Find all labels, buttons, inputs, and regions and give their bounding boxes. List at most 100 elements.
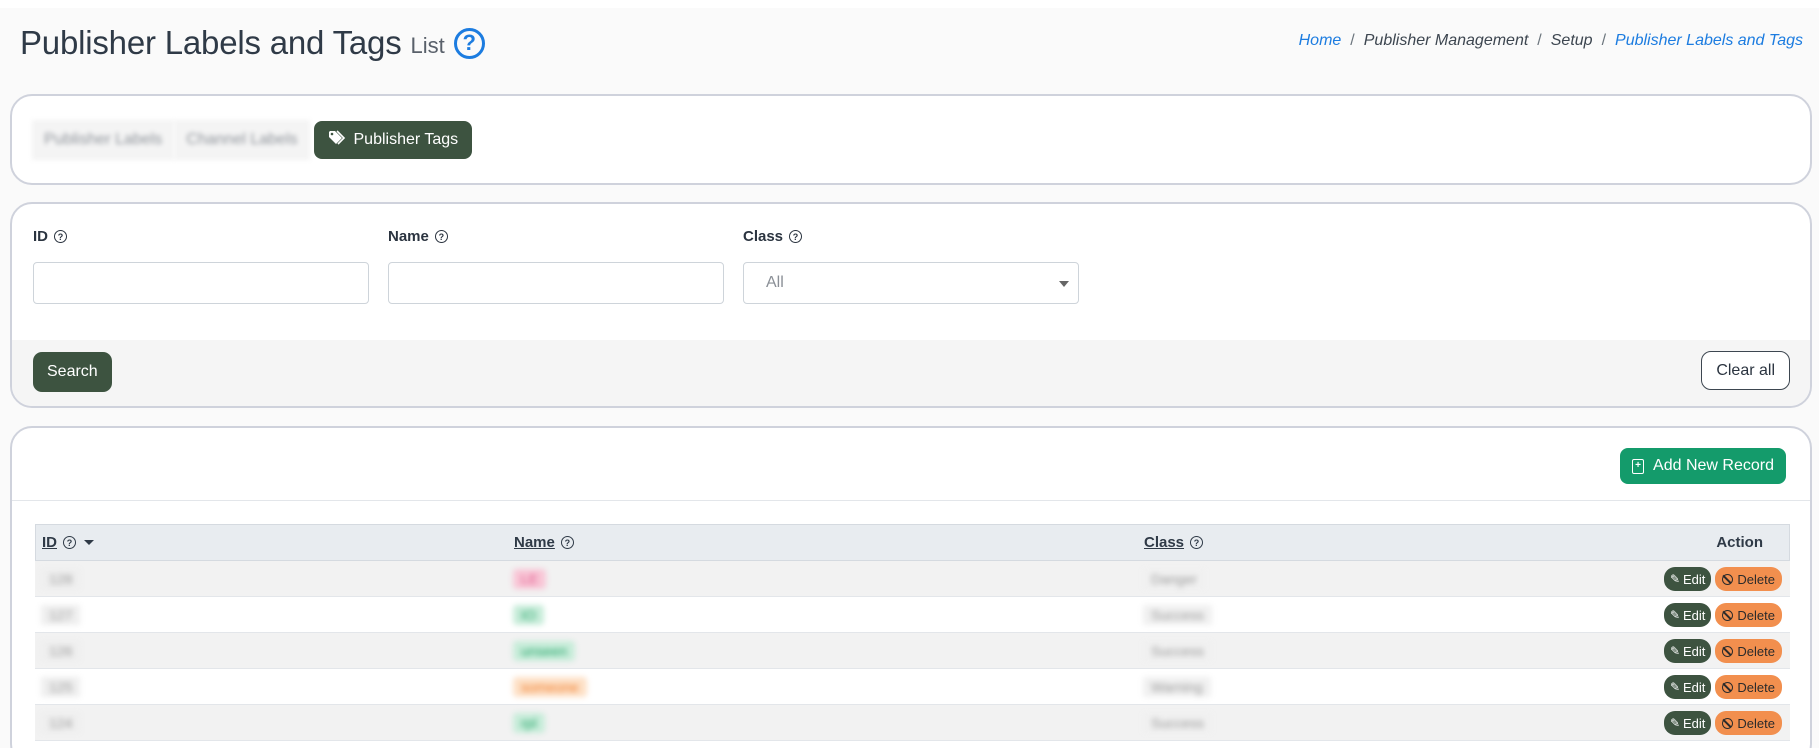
cell-id: 128 bbox=[41, 569, 81, 589]
cell-id: 124 bbox=[41, 713, 81, 733]
breadcrumb-setup: Setup bbox=[1550, 32, 1593, 49]
button-label: Delete bbox=[1737, 571, 1775, 587]
label-text: Name bbox=[388, 228, 429, 245]
page-title: Publisher Labels and Tags bbox=[20, 24, 402, 61]
tab-publisher-tags[interactable]: Publisher Tags bbox=[313, 121, 473, 159]
cell-class: Danger bbox=[1143, 569, 1205, 589]
column-header-class[interactable]: Class? bbox=[1144, 534, 1204, 551]
column-label: Class bbox=[1144, 534, 1185, 551]
delete-button[interactable]: Delete bbox=[1715, 711, 1782, 735]
cell-class: Success bbox=[1143, 641, 1212, 661]
divider bbox=[12, 500, 1810, 501]
ban-icon bbox=[1722, 717, 1734, 729]
class-filter-label: Class? bbox=[743, 228, 1079, 245]
table-card: + Add New Record ID? Name? Class? Action… bbox=[10, 426, 1812, 748]
row-actions: ✎ Edit Delete bbox=[1663, 711, 1782, 735]
ban-icon bbox=[1722, 645, 1734, 657]
column-label: Action bbox=[1716, 534, 1763, 551]
table-row: 128 LE Danger ✎ Edit Delete bbox=[35, 561, 1790, 597]
button-label: Delete bbox=[1737, 715, 1775, 731]
edit-button[interactable]: ✎ Edit bbox=[1663, 567, 1712, 591]
clear-all-button[interactable]: Clear all bbox=[1701, 351, 1790, 390]
page-subtitle: List bbox=[410, 33, 445, 58]
file-plus-icon: + bbox=[1632, 458, 1645, 474]
class-select-value: All bbox=[766, 274, 784, 291]
ban-icon bbox=[1722, 681, 1734, 693]
breadcrumb-separator: / bbox=[1350, 32, 1355, 49]
breadcrumb-separator: / bbox=[1601, 32, 1607, 49]
id-filter-label: ID? bbox=[33, 228, 369, 245]
button-label: Delete bbox=[1737, 607, 1775, 623]
column-header-name[interactable]: Name? bbox=[514, 534, 574, 551]
help-icon[interactable]: ? bbox=[789, 230, 803, 243]
delete-button[interactable]: Delete bbox=[1715, 639, 1782, 663]
help-icon[interactable]: ? bbox=[1190, 536, 1204, 549]
class-filter: Class? All bbox=[743, 228, 1079, 304]
row-actions: ✎ Edit Delete bbox=[1663, 603, 1782, 627]
table-row: 124 rpl Success ✎ Edit Delete bbox=[35, 705, 1790, 741]
button-label: Edit bbox=[1683, 607, 1706, 623]
cell-id: 125 bbox=[41, 677, 81, 697]
chevron-down-icon bbox=[1059, 281, 1069, 287]
class-select[interactable]: All bbox=[743, 262, 1079, 304]
search-button[interactable]: Search bbox=[33, 352, 112, 392]
edit-button[interactable]: ✎ Edit bbox=[1663, 711, 1712, 735]
tab-bar: Publisher Labels Channel Labels Publishe… bbox=[32, 120, 473, 160]
delete-button[interactable]: Delete bbox=[1715, 567, 1782, 591]
breadcrumb-current[interactable]: Publisher Labels and Tags bbox=[1615, 32, 1803, 50]
edit-icon: ✎ bbox=[1669, 644, 1681, 658]
cell-name: someone bbox=[513, 677, 587, 697]
button-label: Edit bbox=[1683, 643, 1706, 659]
cell-class: Warning bbox=[1143, 677, 1211, 697]
button-label: Edit bbox=[1683, 571, 1706, 587]
cell-name: rpl bbox=[513, 713, 545, 733]
column-header-id[interactable]: ID? bbox=[42, 534, 94, 551]
edit-icon: ✎ bbox=[1669, 680, 1681, 694]
id-input[interactable] bbox=[33, 262, 369, 304]
cell-class: Success bbox=[1143, 713, 1212, 733]
column-label: ID bbox=[42, 534, 57, 551]
page-header: Publisher Labels and Tags List ? bbox=[20, 24, 485, 62]
button-label: Add New Record bbox=[1653, 457, 1774, 474]
top-strip bbox=[0, 0, 1819, 8]
name-filter-label: Name? bbox=[388, 228, 724, 245]
help-icon[interactable]: ? bbox=[63, 536, 76, 549]
ban-icon bbox=[1722, 573, 1734, 585]
delete-button[interactable]: Delete bbox=[1715, 603, 1782, 627]
button-label: Edit bbox=[1683, 715, 1706, 731]
table-row: 127 IO Success ✎ Edit Delete bbox=[35, 597, 1790, 633]
help-glyph: ? bbox=[462, 30, 476, 55]
filter-footer: Search Clear all bbox=[12, 340, 1810, 406]
tabs-card: Publisher Labels Channel Labels Publishe… bbox=[10, 94, 1812, 185]
edit-button[interactable]: ✎ Edit bbox=[1663, 603, 1712, 627]
breadcrumb-home[interactable]: Home bbox=[1299, 32, 1342, 50]
table-row: 126 unseen Success ✎ Edit Delete bbox=[35, 633, 1790, 669]
table-row: 125 someone Warning ✎ Edit Delete bbox=[35, 669, 1790, 705]
add-new-record-button[interactable]: + Add New Record bbox=[1620, 448, 1786, 484]
help-icon[interactable]: ? bbox=[54, 230, 67, 243]
row-actions: ✎ Edit Delete bbox=[1663, 567, 1782, 591]
edit-button[interactable]: ✎ Edit bbox=[1663, 675, 1712, 699]
button-label: Edit bbox=[1683, 679, 1706, 695]
delete-button[interactable]: Delete bbox=[1715, 675, 1782, 699]
tab-channel-labels[interactable]: Channel Labels bbox=[174, 120, 310, 160]
tab-label: Channel Labels bbox=[186, 131, 298, 148]
ban-icon bbox=[1722, 609, 1734, 621]
help-icon[interactable]: ? bbox=[560, 536, 574, 549]
edit-button[interactable]: ✎ Edit bbox=[1663, 639, 1712, 663]
label-text: ID bbox=[33, 228, 48, 245]
column-header-action: Action bbox=[1716, 534, 1763, 551]
breadcrumb-separator: / bbox=[1537, 32, 1542, 49]
name-input[interactable] bbox=[388, 262, 724, 304]
cell-id: 127 bbox=[41, 605, 81, 625]
cell-class: Success bbox=[1143, 605, 1212, 625]
help-icon[interactable]: ? bbox=[434, 230, 448, 243]
help-icon[interactable]: ? bbox=[453, 27, 485, 59]
id-filter: ID? bbox=[33, 228, 369, 304]
label-text: Class bbox=[743, 228, 784, 245]
cell-name: IO bbox=[513, 605, 544, 625]
cell-name: unseen bbox=[513, 641, 575, 661]
tab-publisher-labels[interactable]: Publisher Labels bbox=[32, 120, 175, 160]
edit-icon: ✎ bbox=[1669, 572, 1681, 586]
tags-icon bbox=[328, 129, 348, 151]
